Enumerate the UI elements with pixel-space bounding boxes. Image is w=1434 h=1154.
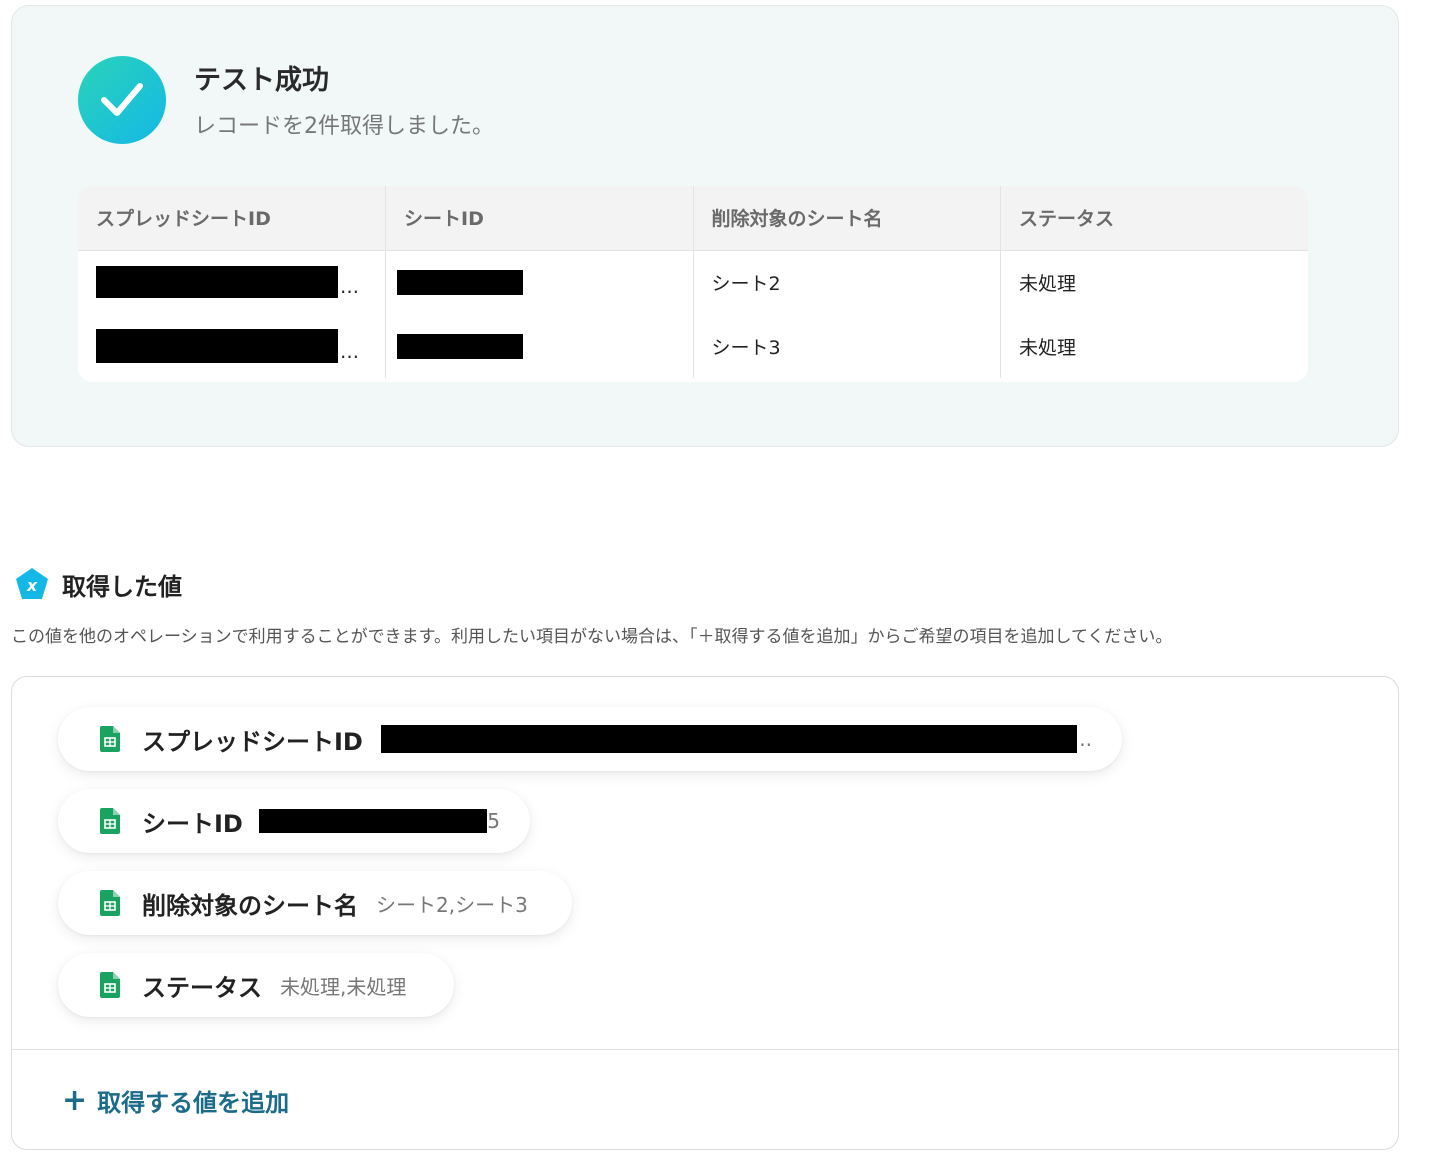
page: テスト成功 レコードを2件取得しました。 スプレッドシートID シートID 削除… (0, 0, 1434, 1154)
redacted-block (397, 333, 523, 359)
table-row: … シート2 未処理 (78, 250, 1308, 314)
redacted-block (380, 725, 1078, 753)
cell-sheet-name: シート3 (693, 314, 1001, 378)
column-header: スプレッドシートID (78, 186, 386, 251)
value-text: 5 (487, 809, 500, 833)
result-table: スプレッドシートID シートID 削除対象のシート名 ステータス … シート2 … (78, 186, 1308, 382)
redacted-block (96, 266, 338, 299)
values-header: x 取得した値 (14, 566, 182, 602)
google-sheets-icon (100, 890, 120, 916)
values-title: 取得した値 (62, 572, 182, 601)
table-row: … シート3 未処理 (78, 314, 1308, 378)
cell-sheet-id (385, 250, 694, 314)
google-sheets-icon (100, 808, 120, 834)
value-text: .. (1079, 727, 1092, 751)
check-icon (78, 56, 166, 144)
value-label: スプレッドシートID (142, 727, 363, 756)
cell-sheet-id (385, 314, 694, 378)
value-text: 未処理,未処理 (280, 974, 407, 999)
obtained-values-box: スプレッドシートID .. シートID 5 削除対象のシート名 シート2,シート… (11, 676, 1399, 1150)
cell-status: 未処理 (1019, 272, 1077, 295)
values-description: この値を他のオペレーションで利用することができます。利用したい項目がない場合は、… (11, 627, 1173, 647)
cell-spreadsheet-id: … (78, 314, 386, 378)
cell-spreadsheet-id: … (78, 250, 386, 314)
add-value-button[interactable]: + 取得する値を追加 (62, 1083, 289, 1118)
value-chip-sheet-name[interactable]: 削除対象のシート名 シート2,シート3 (58, 871, 572, 935)
value-text: シート2,シート3 (376, 892, 528, 917)
google-sheets-icon (100, 972, 120, 998)
redacted-block (258, 809, 488, 833)
add-value-label: 取得する値を追加 (97, 1089, 290, 1117)
variable-icon: x (14, 566, 50, 602)
value-label: 削除対象のシート名 (142, 891, 358, 920)
value-label: シートID (142, 809, 243, 838)
google-sheets-icon (100, 726, 120, 752)
divider (12, 1049, 1398, 1050)
value-chip-sheet-id[interactable]: シートID 5 (58, 789, 530, 853)
svg-text:x: x (26, 576, 38, 595)
column-header: ステータス (1000, 186, 1308, 251)
value-chip-spreadsheet-id[interactable]: スプレッドシートID .. (58, 707, 1122, 771)
redacted-block (96, 329, 338, 363)
redacted-block (397, 269, 523, 295)
value-label: ステータス (142, 973, 262, 1002)
cell-status: 未処理 (1019, 336, 1077, 359)
plus-icon: + (62, 1082, 88, 1118)
success-subtitle: レコードを2件取得しました。 (194, 114, 494, 139)
column-header: シートID (385, 186, 694, 251)
column-header: 削除対象のシート名 (693, 186, 1001, 251)
value-chip-status[interactable]: ステータス 未処理,未処理 (58, 953, 454, 1017)
success-title: テスト成功 (194, 65, 329, 96)
test-success-panel: テスト成功 レコードを2件取得しました。 スプレッドシートID シートID 削除… (11, 5, 1399, 447)
cell-sheet-name: シート2 (693, 250, 1001, 314)
